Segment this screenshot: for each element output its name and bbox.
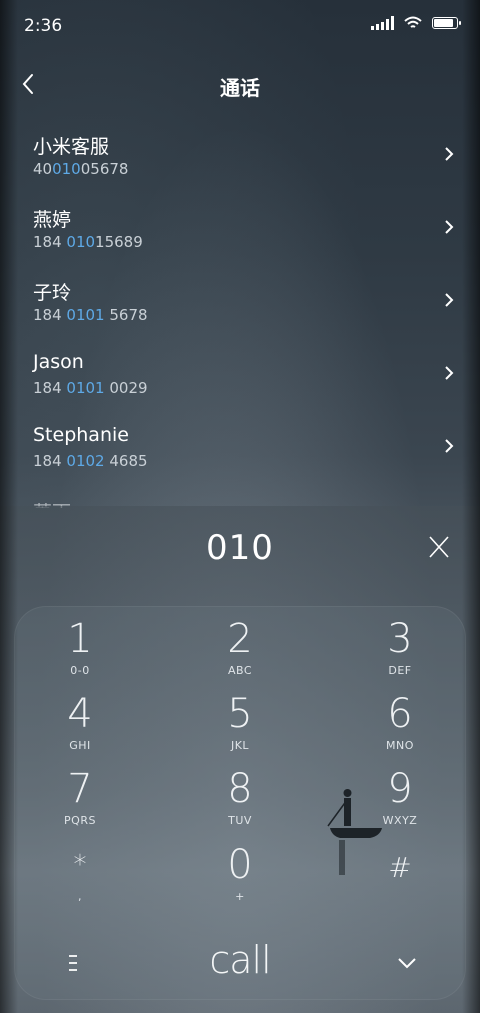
call-label: call	[209, 938, 271, 982]
status-time: 2:36	[24, 16, 63, 36]
contact-number: 184 01015689	[33, 233, 143, 251]
key-4[interactable]: 4 GHI	[20, 691, 140, 763]
key-2[interactable]: 2 ABC	[180, 616, 300, 688]
key-1[interactable]: 1 0-0	[20, 616, 140, 688]
contact-name: 子玲	[33, 282, 72, 304]
contact-item[interactable]: 燕婷 184 01015689	[0, 191, 480, 264]
contact-list: 小米客服 4001005678 燕婷 184 01015689 子玲 184 0…	[0, 118, 480, 508]
screen-edge-left	[0, 0, 18, 1013]
key-5[interactable]: 5 JKL	[180, 691, 300, 763]
contact-item[interactable]: 小米客服 4001005678	[0, 118, 480, 191]
key-0[interactable]: 0 +	[180, 842, 300, 914]
wifi-icon	[404, 16, 422, 28]
dialer-bottom-bar: call	[14, 924, 466, 1000]
key-star[interactable]: *,	[20, 842, 140, 914]
contact-item[interactable]: Jason 184 0101 0029	[0, 337, 480, 410]
contact-name: Jason	[33, 351, 84, 373]
contact-number: 184 0101 0029	[33, 379, 148, 397]
contact-name: Stephanie	[33, 424, 129, 446]
status-icons	[371, 16, 461, 30]
contact-item[interactable]: Stephanie 184 0102 4685	[0, 410, 480, 483]
header: 通话	[0, 62, 480, 106]
clear-button[interactable]	[426, 534, 452, 560]
contact-name: 燕婷	[33, 209, 72, 231]
chevron-right-icon	[445, 147, 454, 161]
contact-number: 184 0102 4685	[33, 452, 148, 470]
boatman-illustration	[327, 789, 382, 875]
contact-number: 4001005678	[33, 160, 129, 178]
key-6[interactable]: 6 MNO	[340, 691, 460, 763]
contact-name: 小米客服	[33, 136, 110, 158]
dial-display: 010	[0, 506, 480, 598]
menu-icon	[69, 955, 77, 971]
battery-icon	[432, 17, 461, 29]
call-button[interactable]: call	[190, 938, 290, 988]
dialed-number: 010	[206, 528, 274, 568]
contact-item[interactable]: 子玲 184 0101 5678	[0, 264, 480, 337]
close-icon	[429, 536, 449, 558]
chevron-right-icon	[445, 293, 454, 307]
dial-panel: 010 1 0-0 2 ABC 3 DEF 4 GHI 5 JKL 6 MNO 7 PQRS …	[0, 506, 480, 1013]
signal-icon	[371, 16, 394, 30]
chevron-right-icon	[445, 220, 454, 234]
page-title: 通话	[220, 76, 260, 100]
status-bar: 2:36	[0, 0, 480, 50]
chevron-right-icon	[445, 439, 454, 453]
key-3[interactable]: 3 DEF	[340, 616, 460, 688]
screen-edge-right	[462, 0, 480, 1013]
chevron-down-icon	[398, 958, 416, 969]
key-8[interactable]: 8 TUV	[180, 766, 300, 838]
hide-keypad-button[interactable]	[394, 952, 420, 974]
contact-number: 184 0101 5678	[33, 306, 148, 324]
key-7[interactable]: 7 PQRS	[20, 766, 140, 838]
menu-button[interactable]	[58, 948, 88, 978]
chevron-right-icon	[445, 366, 454, 380]
